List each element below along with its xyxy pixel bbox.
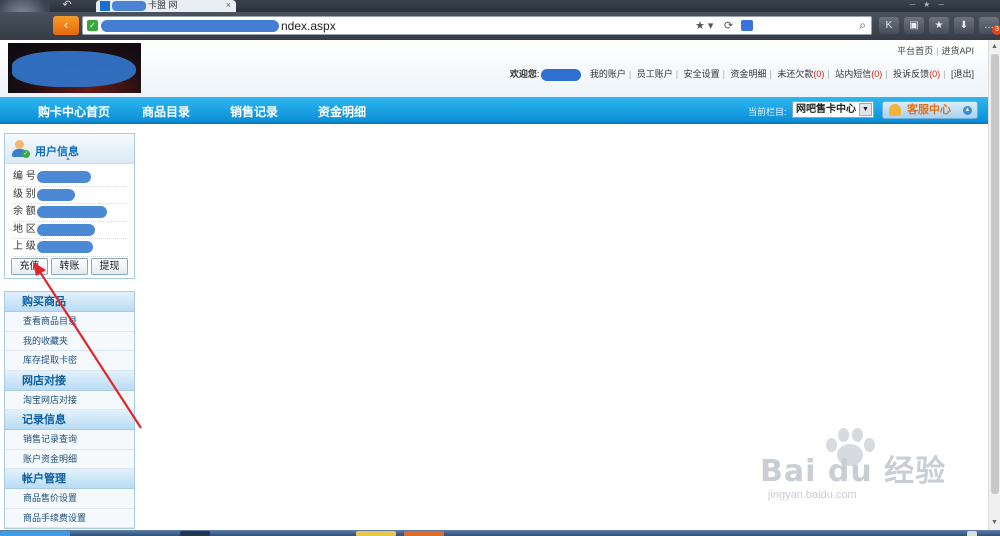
main-nav: 购卡中心首页 商品目录 销售记录 资金明细 当前栏目: 网吧售卡中心 ▼ 客服中…	[0, 97, 988, 124]
chevron-down-icon: ▼	[859, 103, 872, 116]
current-section-label: 当前栏目:	[748, 107, 787, 117]
redacted-value	[37, 241, 93, 253]
menu-item-favorites[interactable]: 我的收藏夹	[5, 331, 134, 351]
site-logo[interactable]	[8, 43, 141, 93]
logout-link[interactable]: [退出]	[951, 69, 974, 79]
redacted-url	[101, 20, 279, 32]
support-person-icon	[889, 104, 901, 116]
toolbar-k-icon[interactable]: K	[879, 17, 899, 34]
menu-item-price-settings[interactable]: 商品售价设置	[5, 489, 134, 509]
redacted-value	[37, 206, 107, 218]
bookmark-star-icon[interactable]: ★ ▾	[695, 19, 713, 32]
taskbar-app[interactable]	[404, 531, 444, 536]
tab-close-icon[interactable]: ×	[226, 0, 231, 11]
watermark-brand: Bai du 经验	[760, 454, 947, 489]
taskbar-clock[interactable]	[967, 531, 977, 536]
redacted-value	[37, 171, 91, 183]
user-info-header: ✓ 用户信息 ▲	[5, 134, 134, 164]
top-links: 平台首页 | 进货API	[897, 46, 974, 56]
my-account-link[interactable]: 我的账户	[590, 69, 626, 79]
menu-section-records[interactable]: 记录信息	[5, 410, 134, 430]
menu-item-taobao[interactable]: 淘宝网店对接	[5, 390, 134, 410]
menu-item-account-funds[interactable]: 账户资金明细	[5, 449, 134, 469]
baidu-watermark: Bai du 经验 jingyan.baidu.com	[760, 428, 960, 512]
recharge-button[interactable]: 充值	[11, 258, 48, 275]
user-field-level: 级 别	[13, 187, 128, 204]
taskbar-app[interactable]	[180, 531, 210, 536]
funds-link[interactable]: 资金明细	[730, 69, 766, 79]
menu-section-shop[interactable]: 网店对接	[5, 370, 134, 391]
security-link[interactable]: 安全设置	[684, 69, 720, 79]
start-button[interactable]	[0, 531, 70, 536]
user-field-balance: 余 额	[13, 204, 128, 222]
search-engine-icon[interactable]	[741, 20, 753, 31]
address-bar[interactable]: ✓ ndex.aspx ★ ▾ ⟳ ⌕	[82, 16, 872, 35]
menu-section-account[interactable]: 帐户管理	[5, 469, 134, 489]
messages-link[interactable]: 站内短信(0)	[835, 69, 882, 79]
api-link[interactable]: 进货API	[941, 46, 974, 56]
complaint-link[interactable]: 投诉反馈(0)	[893, 69, 940, 79]
scroll-down-icon[interactable]: ▼	[991, 519, 998, 526]
user-field-id: 编 号	[13, 169, 128, 187]
menu-item-fee-settings[interactable]: 商品手续费设置	[5, 508, 134, 528]
menu-item-sales-query[interactable]: 销售记录查询	[5, 430, 134, 450]
toolbar-download-icon[interactable]: ⬇	[954, 17, 974, 34]
nav-item-sales[interactable]: 销售记录	[230, 103, 278, 120]
search-icon[interactable]: ⌕	[859, 18, 866, 33]
welcome-text: 欢迎您	[509, 69, 537, 79]
scroll-up-icon[interactable]: ▲	[991, 43, 998, 50]
redacted-tab-text	[112, 1, 146, 11]
user-bar: 欢迎您: 我的账户 | 员工账户 | 安全设置 | 资金明细 | 未还欠款(0) | 站内…	[509, 68, 974, 81]
nav-item-home[interactable]: 购卡中心首页	[38, 103, 110, 120]
user-field-region: 地 区	[13, 222, 128, 239]
browser-tab-strip: ↶ 卡盟 网 × + ─★─	[0, 0, 1000, 44]
debt-link[interactable]: 未还欠款(0)	[777, 69, 824, 79]
toolbar-star-icon[interactable]: ★	[929, 17, 949, 34]
tab-title: 卡盟 网	[148, 0, 178, 10]
redacted-value	[37, 188, 75, 201]
staff-account-link[interactable]: 员工账户	[637, 69, 673, 79]
undo-close-icon[interactable]: ↶	[56, 0, 78, 12]
back-button[interactable]: ‹	[53, 16, 79, 35]
address-url[interactable]: ndex.aspx	[281, 19, 336, 33]
menu-item-extract-cards[interactable]: 库存提取卡密	[5, 351, 134, 371]
withdraw-button[interactable]: 提现	[91, 258, 128, 275]
site-header: 平台首页 | 进货API 欢迎您: 我的账户 | 员工账户 | 安全设置 | 资金明细 | …	[0, 40, 988, 97]
refresh-icon[interactable]: ⟳	[724, 19, 733, 32]
section-select[interactable]: 网吧售卡中心 ▼	[792, 101, 874, 118]
os-taskbar	[0, 530, 1000, 536]
nav-item-catalog[interactable]: 商品目录	[142, 103, 190, 120]
secure-check-icon: ✓	[87, 20, 98, 31]
window-controls[interactable]: ─★─	[909, 0, 952, 9]
toolbar-menu-icon[interactable]: …	[979, 17, 1000, 35]
watermark-url: jingyan.baidu.com	[768, 489, 857, 501]
nav-item-funds[interactable]: 资金明细	[318, 103, 366, 120]
browser-toolbar: ‹ ✓ ndex.aspx ★ ▾ ⟳ ⌕ K ▣ ★ ⬇ …	[0, 12, 1000, 40]
user-field-parent: 上 级	[13, 239, 128, 257]
side-menu: 购买商品 查看商品目录 我的收藏夹 库存提取卡密 网店对接 淘宝网店对接 记录信…	[4, 291, 135, 529]
redacted-username	[541, 68, 582, 81]
menu-section-buy[interactable]: 购买商品	[5, 292, 134, 312]
menu-item-view-catalog[interactable]: 查看商品目录	[5, 312, 134, 332]
user-info-title: 用户信息	[35, 146, 79, 158]
collapse-caret-icon[interactable]: ▲	[65, 156, 71, 162]
chevron-up-icon: ▲	[963, 106, 972, 115]
service-center-button[interactable]: 客服中心 ▲	[882, 101, 978, 119]
user-profile-icon: ✓	[11, 140, 30, 158]
page-scrollbar[interactable]: ▲ ▼	[988, 40, 1000, 536]
transfer-button[interactable]: 转账	[51, 258, 88, 275]
redacted-value	[37, 223, 95, 236]
taskbar-app[interactable]	[356, 531, 396, 536]
home-link[interactable]: 平台首页	[897, 46, 933, 56]
scrollbar-thumb[interactable]	[991, 54, 999, 494]
tab-favicon-icon	[100, 1, 110, 11]
user-info-panel: ✓ 用户信息 ▲ 编 号 级 别 余 额 地 区 上 级 充值 转账 提现	[4, 133, 135, 279]
toolbar-lock-icon[interactable]: ▣	[904, 17, 924, 34]
